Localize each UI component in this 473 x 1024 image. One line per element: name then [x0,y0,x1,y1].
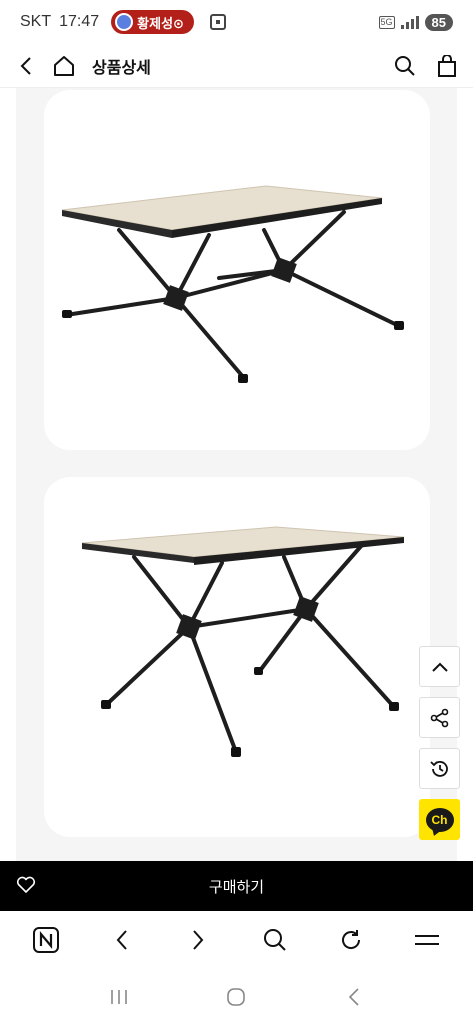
scroll-top-icon [431,662,448,672]
folding-table-image [81,526,405,757]
clock: 17:47 [59,13,100,30]
home-icon [54,55,74,76]
menu-icon [414,935,439,945]
screen-capture-icon [209,14,226,30]
search-icon [263,929,286,951]
product-detail-content[interactable] [16,88,457,861]
browser-toolbar [0,911,473,969]
recent-history-button[interactable] [419,748,460,789]
carrier-label: SKT [20,13,52,30]
ongoing-call-pill[interactable]: 황제성⊙ [111,10,194,34]
system-back-button[interactable] [338,981,370,1013]
system-navigation-bar [0,969,473,1024]
folding-table-image [61,185,404,383]
cart-button[interactable] [435,54,459,78]
shopping-bag-icon [438,54,456,77]
recents-button[interactable] [103,981,135,1013]
home-icon [227,987,246,1006]
refresh-icon [341,930,360,949]
battery-indicator: 85 [424,13,453,31]
browser-back-button[interactable] [106,924,138,956]
forward-icon [193,930,204,950]
buy-button[interactable]: 구매하기 [0,876,473,897]
product-image-card [44,477,430,837]
recents-icon [111,989,127,1004]
naver-icon [33,927,60,953]
back-icon [20,56,31,75]
naver-home-button[interactable] [30,924,62,956]
browser-menu-button[interactable] [411,924,443,956]
browser-forward-button[interactable] [182,924,214,956]
page-header: 상품상세 [0,44,473,88]
home-button[interactable] [52,54,76,78]
status-bar: SKT 17:47 황제성⊙ 5G 85 [0,0,473,44]
share-button[interactable] [419,697,460,738]
search-icon [395,55,415,76]
browser-refresh-button[interactable] [335,924,367,956]
browser-search-button[interactable] [259,924,291,956]
kakao-channel-button[interactable]: Ch [419,799,460,840]
kakao-channel-icon: Ch [425,807,454,832]
system-home-button[interactable] [220,981,252,1013]
back-icon [349,987,359,1006]
network-type-icon: 5G [378,15,395,29]
search-button[interactable] [393,54,417,78]
back-button[interactable] [14,54,38,78]
caller-avatar-icon [115,13,134,31]
caller-name: 황제성⊙ [137,16,184,32]
share-icon [430,708,448,727]
signal-icon [400,15,419,29]
kakao-channel-label: Ch [431,812,448,827]
history-icon [429,760,448,777]
back-icon [116,930,127,950]
scroll-top-button[interactable] [419,646,460,687]
product-image-card [44,90,430,450]
buy-bar: 구매하기 [0,861,473,911]
heart-icon[interactable] [16,876,36,894]
page-title: 상품상세 [92,57,151,77]
